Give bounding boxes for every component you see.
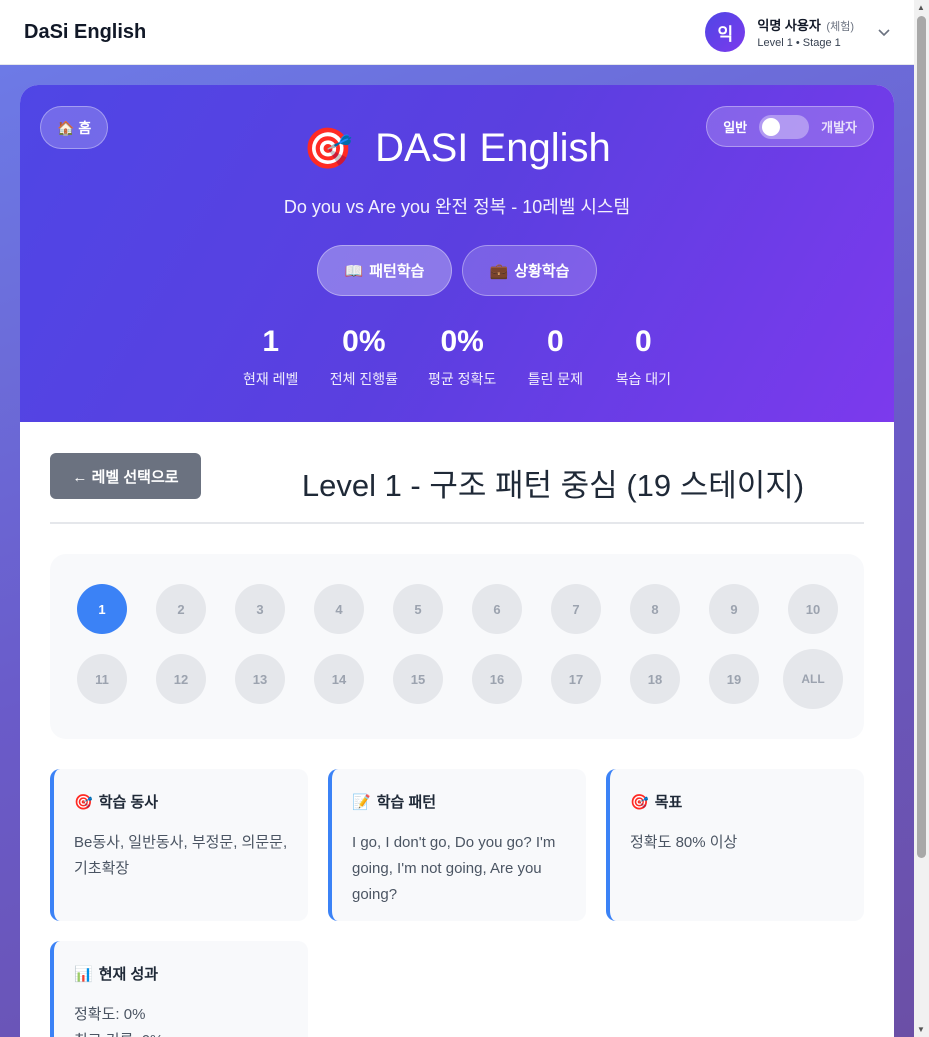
stat-overall-progress: 0% 전체 진행률 xyxy=(330,325,398,389)
stage-button-7[interactable]: 7 xyxy=(551,584,601,634)
stage-button-12[interactable]: 12 xyxy=(156,654,206,704)
stats-row: 1 현재 레벨 0% 전체 진행률 0% 평균 정확도 0 틀린 문제 0 복습 대기 xyxy=(20,325,894,389)
user-info: 익명 사용자 (체험) Level 1 • Stage 1 xyxy=(757,15,854,49)
main-card: 🏠 홈 일반 개발자 🎯 DASI English Do you vs Are … xyxy=(20,85,894,1037)
chevron-down-icon[interactable] xyxy=(878,24,890,40)
stage-grid: 1 2 3 4 5 6 7 8 9 10 11 12 13 14 15 16 17 18 19 ALL xyxy=(77,584,843,709)
stage-button-11[interactable]: 11 xyxy=(77,654,127,704)
verbs-card-title-text: 학습 동사 xyxy=(98,794,159,811)
stage-button-4[interactable]: 4 xyxy=(314,584,364,634)
goal-card-title-text: 목표 xyxy=(654,794,683,811)
patterns-card-body: I go, I don't go, Do you go? I'm going, … xyxy=(352,834,556,903)
stat-value: 0% xyxy=(440,325,484,358)
stat-avg-accuracy: 0% 평균 정확도 xyxy=(428,325,496,389)
back-to-levels-button[interactable]: ← 레벨 선택으로 xyxy=(50,453,201,499)
user-menu[interactable]: 익 익명 사용자 (체험) Level 1 • Stage 1 xyxy=(705,12,890,52)
stage-button-18[interactable]: 18 xyxy=(630,654,680,704)
stat-label: 평균 정확도 xyxy=(428,371,497,387)
stage-button-17[interactable]: 17 xyxy=(551,654,601,704)
target-icon: 🎯 xyxy=(303,127,354,171)
verbs-card-body: Be동사, 일반동사, 부정문, 의문문, 기초확장 xyxy=(74,834,288,877)
stage-button-5[interactable]: 5 xyxy=(393,584,443,634)
patterns-card-title: 📝 학습 패턴 xyxy=(352,791,566,812)
goal-card: 🎯 목표 정확도 80% 이상 xyxy=(606,769,864,921)
goal-card-title: 🎯 목표 xyxy=(630,791,844,812)
goal-card-body: 정확도 80% 이상 xyxy=(630,834,738,851)
stage-button-13[interactable]: 13 xyxy=(235,654,285,704)
target-icon: 🎯 xyxy=(74,793,93,811)
page-title-text: DASI English xyxy=(375,126,611,170)
performance-card-title-text: 현재 성과 xyxy=(98,966,159,983)
stage-button-15[interactable]: 15 xyxy=(393,654,443,704)
stat-label: 복습 대기 xyxy=(615,371,671,387)
verbs-card: 🎯 학습 동사 Be동사, 일반동사, 부정문, 의문문, 기초확장 xyxy=(50,769,308,921)
briefcase-icon: 💼 xyxy=(489,262,509,280)
bar-chart-icon: 📊 xyxy=(74,965,93,983)
scroll-up-icon[interactable]: ▲ xyxy=(917,3,925,12)
stage-button-3[interactable]: 3 xyxy=(235,584,285,634)
level-title: Level 1 - 구조 패턴 중심 (19 스테이지) xyxy=(301,468,805,503)
stage-button-10[interactable]: 10 xyxy=(788,584,838,634)
stage-button-1[interactable]: 1 xyxy=(77,584,127,634)
top-navbar: DaSi English 익 익명 사용자 (체험) Level 1 • Sta… xyxy=(0,0,914,65)
stage-all-button[interactable]: ALL xyxy=(783,649,843,709)
stage-button-2[interactable]: 2 xyxy=(156,584,206,634)
user-level: Level 1 • Stage 1 xyxy=(757,37,841,49)
stat-current-level: 1 현재 레벨 xyxy=(242,325,300,389)
stat-value: 0% xyxy=(342,325,386,358)
stage-button-8[interactable]: 8 xyxy=(630,584,680,634)
tab-pattern[interactable]: 📖 패턴학습 xyxy=(317,245,452,296)
tab-situation-label: 상황학습 xyxy=(514,263,570,280)
performance-accuracy: 정확도: 0% xyxy=(74,1006,146,1023)
performance-card: 📊 현재 성과 정확도: 0% 최고 기록: 0% xyxy=(50,941,308,1037)
avatar[interactable]: 익 xyxy=(705,12,746,52)
stat-label: 전체 진행률 xyxy=(329,371,398,387)
user-tag: (체험) xyxy=(826,21,854,33)
stage-button-16[interactable]: 16 xyxy=(472,654,522,704)
stat-value: 0 xyxy=(546,325,564,358)
brand-title[interactable]: DaSi English xyxy=(24,21,146,44)
target-icon: 🎯 xyxy=(630,793,649,811)
stage-button-9[interactable]: 9 xyxy=(709,584,759,634)
scroll-thumb[interactable] xyxy=(917,16,926,858)
learning-tabs: 📖 패턴학습 💼 상황학습 xyxy=(20,245,894,296)
stage-button-6[interactable]: 6 xyxy=(472,584,522,634)
stage-selector: 1 2 3 4 5 6 7 8 9 10 11 12 13 14 15 16 17 18 19 ALL xyxy=(50,554,864,739)
stage-button-14[interactable]: 14 xyxy=(314,654,364,704)
stage-button-19[interactable]: 19 xyxy=(709,654,759,704)
performance-best: 최고 기록: 0% xyxy=(74,1028,288,1037)
hero-banner: 🏠 홈 일반 개발자 🎯 DASI English Do you vs Are … xyxy=(20,85,894,422)
verbs-card-title: 🎯 학습 동사 xyxy=(74,791,288,812)
stat-value: 0 xyxy=(634,325,652,358)
patterns-card-title-text: 학습 패턴 xyxy=(376,794,437,811)
stat-label: 틀린 문제 xyxy=(527,371,583,387)
book-icon: 📖 xyxy=(344,262,364,280)
scrollbar[interactable]: ▲ ▼ xyxy=(914,0,929,1037)
patterns-card: 📝 학습 패턴 I go, I don't go, Do you go? I'm … xyxy=(328,769,586,921)
memo-icon: 📝 xyxy=(352,793,371,811)
stat-wrong-answers: 0 틀린 문제 xyxy=(526,325,584,389)
performance-card-title: 📊 현재 성과 xyxy=(74,963,288,984)
user-name: 익명 사용자 xyxy=(757,18,821,33)
stat-review-pending: 0 복습 대기 xyxy=(614,325,672,389)
page-title: 🎯 DASI English xyxy=(20,125,894,172)
scroll-down-icon[interactable]: ▼ xyxy=(917,1025,925,1034)
stat-value: 1 xyxy=(262,325,280,358)
stat-label: 현재 레벨 xyxy=(242,371,299,387)
page-subtitle: Do you vs Are you 완전 정복 - 10레벨 시스템 xyxy=(283,197,631,217)
user-name-line: 익명 사용자 (체험) xyxy=(757,15,854,34)
tab-situation[interactable]: 💼 상황학습 xyxy=(462,245,597,296)
divider xyxy=(50,522,864,524)
tab-pattern-label: 패턴학습 xyxy=(369,263,425,280)
